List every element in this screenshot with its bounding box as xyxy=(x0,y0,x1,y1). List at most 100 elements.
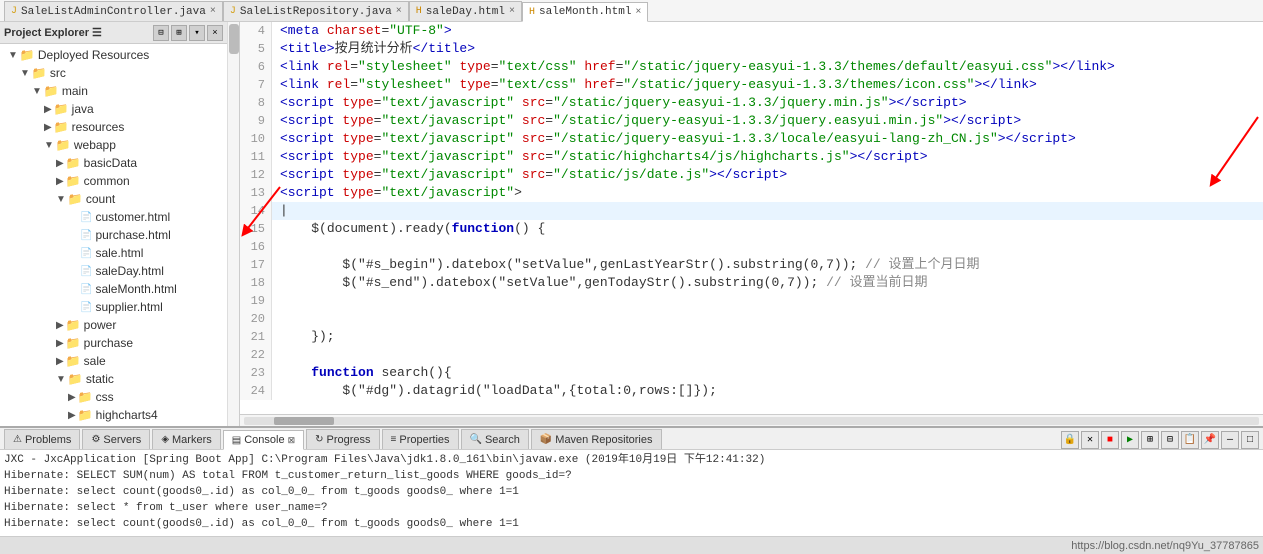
tree-item-sale-folder[interactable]: ▶ 📁 sale xyxy=(0,352,227,370)
tree-label: purchase.html xyxy=(95,228,170,242)
tree-item-purchase[interactable]: 📄 purchase.html xyxy=(0,226,227,244)
code-line-9: 9 <script type="text/javascript" src="/s… xyxy=(240,112,1263,130)
tree-item-webapp[interactable]: ▼ 📁 webapp xyxy=(0,136,227,154)
html-file-icon: 📄 xyxy=(80,230,92,241)
tree-item-sale[interactable]: 📄 sale.html xyxy=(0,244,227,262)
tree-expand-icon[interactable]: ▶ xyxy=(56,356,64,367)
sidebar-link-btn[interactable]: ⊞ xyxy=(171,25,187,41)
sidebar-scrollbar[interactable] xyxy=(227,22,239,426)
tree-label: sale.html xyxy=(95,246,143,260)
tree-item-css[interactable]: ▶ 📁 css xyxy=(0,388,227,406)
tree-item-basicdata[interactable]: ▶ 📁 basicData xyxy=(0,154,227,172)
tree-item-resources[interactable]: ▶ 📁 resources xyxy=(0,118,227,136)
maximize-panel-btn[interactable]: □ xyxy=(1241,431,1259,449)
tab-markers[interactable]: ◈ Markers xyxy=(152,429,220,449)
console-output: JXC - JxcApplication [Spring Boot App] C… xyxy=(0,450,1263,536)
folder-icon: 📁 xyxy=(66,156,81,170)
tree-expand-icon[interactable]: ▶ xyxy=(68,392,76,403)
line-content xyxy=(272,292,280,310)
tree-expand-icon[interactable]: ▶ xyxy=(56,158,64,169)
folder-icon: 📁 xyxy=(68,372,83,386)
console-btn2[interactable]: ⊟ xyxy=(1161,431,1179,449)
folder-icon: 📁 xyxy=(32,66,47,80)
code-line-14: 14 | xyxy=(240,202,1263,220)
tree-item-supplier[interactable]: 📄 supplier.html xyxy=(0,298,227,316)
tab-salelistadmincontroller[interactable]: J SaleListAdminController.java × xyxy=(4,1,223,21)
tree-expand-icon[interactable]: ▼ xyxy=(20,68,30,79)
tree-expand-icon[interactable]: ▶ xyxy=(56,176,64,187)
tab-label: Servers xyxy=(103,434,141,446)
tree-item-highcharts4[interactable]: ▶ 📁 highcharts4 xyxy=(0,406,227,424)
tab-close-icon[interactable]: × xyxy=(509,6,515,17)
tree-item-customer[interactable]: 📄 customer.html xyxy=(0,208,227,226)
tab-properties[interactable]: ≡ Properties xyxy=(382,429,459,449)
tree-expand-icon[interactable]: ▼ xyxy=(44,140,54,151)
minimize-panel-btn[interactable]: — xyxy=(1221,431,1239,449)
tree-item-purchase-folder[interactable]: ▶ 📁 purchase xyxy=(0,334,227,352)
line-content: <meta charset="UTF-8"> xyxy=(272,22,452,40)
sidebar-close-btn[interactable]: × xyxy=(207,25,223,41)
tree-label: Deployed Resources xyxy=(38,48,149,62)
line-content: <script type="text/javascript"> xyxy=(272,184,522,202)
tab-salemonth[interactable]: H saleMonth.html × xyxy=(522,2,648,22)
sidebar-controls: ⊟ ⊞ ▾ × xyxy=(153,25,223,41)
line-number: 8 xyxy=(240,94,272,112)
console-scroll-lock-btn[interactable]: 🔒 xyxy=(1061,431,1079,449)
tab-close-icon[interactable]: × xyxy=(396,6,402,17)
tab-saleday[interactable]: H saleDay.html × xyxy=(409,1,522,21)
line-number: 20 xyxy=(240,310,272,328)
status-bar: https://blog.csdn.net/nq9Yu_37787865 xyxy=(0,536,1263,554)
line-content: }); xyxy=(272,328,335,346)
tab-close-icon[interactable]: × xyxy=(210,6,216,17)
sidebar-menu-btn[interactable]: ▾ xyxy=(189,25,205,41)
tree-item-src[interactable]: ▼ 📁 src xyxy=(0,64,227,82)
problems-icon: ⚠ xyxy=(13,434,22,445)
tab-salelistrepository[interactable]: J SaleListRepository.java × xyxy=(223,1,409,21)
tree-item-static[interactable]: ▼ 📁 static xyxy=(0,370,227,388)
progress-icon: ↻ xyxy=(315,434,323,445)
tree-expand-icon[interactable]: ▶ xyxy=(44,104,52,115)
tree-expand-icon[interactable]: ▶ xyxy=(68,410,76,421)
tab-servers[interactable]: ⚙ Servers xyxy=(82,429,150,449)
tree-expand-icon[interactable]: ▼ xyxy=(56,374,66,385)
tree-expand-icon[interactable]: ▼ xyxy=(8,50,18,61)
console-btn4[interactable]: 📌 xyxy=(1201,431,1219,449)
tab-search[interactable]: 🔍 Search xyxy=(461,429,529,449)
line-number: 9 xyxy=(240,112,272,130)
tree-item-salemonth[interactable]: 📄 saleMonth.html xyxy=(0,280,227,298)
console-stop-btn[interactable]: ■ xyxy=(1101,431,1119,449)
sidebar-collapse-btn[interactable]: ⊟ xyxy=(153,25,169,41)
console-clear-btn[interactable]: ✕ xyxy=(1081,431,1099,449)
tree-item-common[interactable]: ▶ 📁 common xyxy=(0,172,227,190)
line-number: 13 xyxy=(240,184,272,202)
console-btn1[interactable]: ⊞ xyxy=(1141,431,1159,449)
console-run-btn[interactable]: ▶ xyxy=(1121,431,1139,449)
tree-expand-icon[interactable]: ▼ xyxy=(56,194,66,205)
tree-item-count[interactable]: ▼ 📁 count xyxy=(0,190,227,208)
line-number: 6 xyxy=(240,58,272,76)
tree-item-java[interactable]: ▶ 📁 java xyxy=(0,100,227,118)
console-btn3[interactable]: 📋 xyxy=(1181,431,1199,449)
tree-expand-icon[interactable]: ▶ xyxy=(56,338,64,349)
tree-item-deployed-resources[interactable]: ▼ 📁 Deployed Resources xyxy=(0,46,227,64)
tab-problems[interactable]: ⚠ Problems xyxy=(4,429,80,449)
code-editor[interactable]: 4 <meta charset="UTF-8"> 5 <title>按月统计分析… xyxy=(240,22,1263,414)
line-content: <script type="text/javascript" src="/sta… xyxy=(272,112,1021,130)
horizontal-scrollbar[interactable] xyxy=(240,414,1263,426)
tab-maven[interactable]: 📦 Maven Repositories xyxy=(531,429,662,449)
java-file-icon: J xyxy=(11,6,17,17)
tree-expand-icon[interactable]: ▶ xyxy=(56,320,64,331)
maven-icon: 📦 xyxy=(540,434,552,445)
tree-item-saleday[interactable]: 📄 saleDay.html xyxy=(0,262,227,280)
html-file-icon: H xyxy=(416,6,422,17)
tree-item-main[interactable]: ▼ 📁 main xyxy=(0,82,227,100)
code-line-13: 13 <script type="text/javascript"> xyxy=(240,184,1263,202)
tab-close-icon[interactable]: × xyxy=(635,7,641,18)
tree-label: count xyxy=(86,192,115,206)
tree-expand-icon[interactable]: ▶ xyxy=(44,122,52,133)
tree-expand-icon[interactable]: ▼ xyxy=(32,86,42,97)
tab-progress[interactable]: ↻ Progress xyxy=(306,429,379,449)
code-line-6: 6 <link rel="stylesheet" type="text/css"… xyxy=(240,58,1263,76)
tree-item-power[interactable]: ▶ 📁 power xyxy=(0,316,227,334)
tab-console[interactable]: ▤ Console ⊠ xyxy=(223,430,304,450)
